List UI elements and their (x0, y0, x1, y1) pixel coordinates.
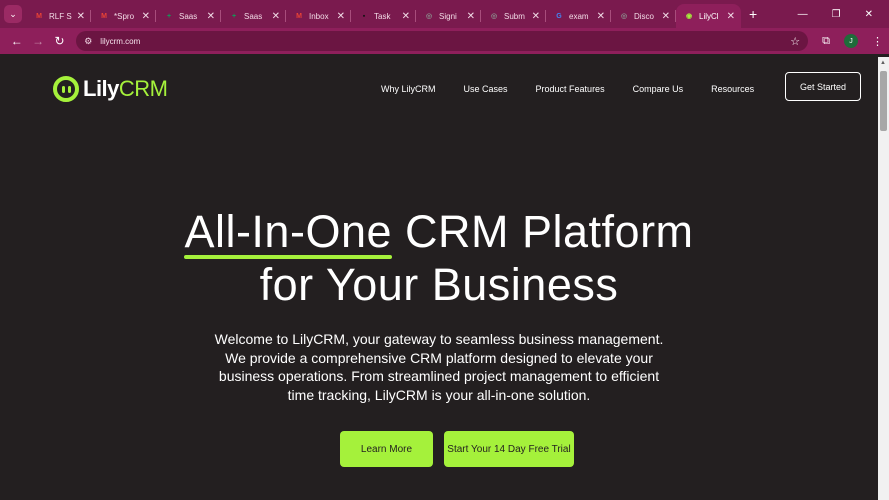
nav-resources[interactable]: Resources (711, 84, 754, 94)
hero-description-line: time tracking, LilyCRM is your all-in-on… (287, 386, 591, 403)
logo-lily: Lily (83, 76, 119, 101)
tab-title: Subm (504, 11, 525, 21)
tab-favicon-icon: M (296, 12, 302, 20)
tab-close-icon[interactable]: ✕ (337, 11, 345, 22)
tab-close-icon[interactable]: ✕ (467, 11, 475, 22)
nav-why-lilycrm[interactable]: Why LilyCRM (381, 84, 436, 94)
tab-title: Saas (244, 11, 263, 21)
tab-favicon-icon: ◎ (490, 13, 498, 20)
back-icon[interactable]: ← (6, 30, 27, 52)
hero-title-line1-rest: CRM Platform (392, 206, 694, 257)
hero-description-line: We provide a comprehensive CRM platform … (225, 349, 653, 366)
tab-search-icon[interactable]: ⌄ (4, 5, 22, 23)
tab-close-icon[interactable]: ✕ (597, 11, 605, 22)
main-nav: Why LilyCRM Use Cases Product Features C… (381, 84, 754, 94)
tab-title: Inbox (309, 11, 329, 21)
tab-favicon-icon: + (166, 12, 172, 20)
new-tab-icon[interactable]: + (749, 6, 757, 22)
browser-toolbar: ← → ↻ ⚙ lilycrm.com ☆ ⧉ J ⋮ (0, 28, 889, 54)
tab-title: Task (374, 11, 391, 21)
minimize-icon[interactable]: — (798, 9, 808, 20)
hero-description-line: business operations. From streamlined pr… (218, 368, 660, 384)
tab-close-icon[interactable]: ✕ (142, 11, 150, 22)
web-page: LilyCRM Why LilyCRM Use Cases Product Fe… (0, 57, 878, 500)
tab-favicon-icon: + (231, 12, 237, 20)
nav-compare-us[interactable]: Compare Us (633, 84, 684, 94)
forward-icon[interactable]: → (27, 30, 48, 52)
tab-close-icon[interactable]: ✕ (402, 11, 410, 22)
nav-use-cases[interactable]: Use Cases (464, 84, 508, 94)
hero-description-line: Welcome to LilyCRM, your gateway to seam… (214, 331, 664, 347)
scroll-thumb[interactable] (880, 71, 887, 131)
close-window-icon[interactable]: ✕ (865, 9, 873, 20)
browser-tab[interactable]: M *Spro ✕ (91, 4, 156, 28)
extensions-icon[interactable]: ⧉ (822, 35, 830, 48)
tab-title: exam (569, 11, 589, 21)
browser-tab[interactable]: ◎ Subm ✕ (481, 4, 546, 28)
browser-tab[interactable]: ▪ Task ✕ (351, 4, 416, 28)
lilycrm-logo[interactable]: LilyCRM (53, 76, 168, 102)
menu-kebab-icon[interactable]: ⋮ (872, 35, 883, 48)
scroll-up-icon[interactable]: ▲ (880, 60, 886, 66)
site-info-icon[interactable]: ⚙ (84, 36, 92, 47)
hero-description: Welcome to LilyCRM, your gateway to seam… (180, 330, 698, 404)
browser-tab[interactable]: + Saas ✕ (221, 4, 286, 28)
learn-more-button[interactable]: Learn More (340, 431, 433, 467)
tab-favicon-icon: M (36, 12, 42, 20)
browser-tab[interactable]: M RLF S ✕ (26, 4, 91, 28)
logo-mark-icon (53, 76, 79, 102)
browser-tab[interactable]: + Saas ✕ (156, 4, 221, 28)
bookmark-star-icon[interactable]: ☆ (790, 35, 800, 48)
tab-close-icon[interactable]: ✕ (532, 11, 540, 22)
tab-close-icon[interactable]: ✕ (77, 11, 85, 22)
tab-title: Saas (179, 11, 198, 21)
browser-tab[interactable]: ◉ LilyCl ✕ (676, 4, 741, 28)
logo-text: LilyCRM (83, 76, 168, 102)
tab-title: Disco (634, 11, 655, 21)
tab-favicon-icon: ▪ (362, 12, 366, 20)
tab-favicon-icon: ◉ (685, 13, 693, 20)
tab-favicon-icon: G (556, 12, 562, 20)
tab-favicon-icon: ◎ (425, 13, 433, 20)
tab-title: *Spro (114, 11, 135, 21)
hero-title: All-In-One CRM Platform for Your Busines… (0, 205, 878, 311)
profile-avatar[interactable]: J (844, 34, 859, 48)
get-started-button[interactable]: Get Started (785, 72, 861, 101)
nav-product-features[interactable]: Product Features (536, 84, 605, 94)
window-controls: — ❐ ✕ (798, 9, 889, 20)
tab-close-icon[interactable]: ✕ (662, 11, 670, 22)
browser-tab-strip: ⌄ M RLF S ✕ M *Spro ✕ + Saas ✕ + Saas ✕ M Inbox ✕ ▪ Task… (0, 0, 889, 28)
browser-tab[interactable]: M Inbox ✕ (286, 4, 351, 28)
hero-title-highlight: All-In-One (184, 206, 393, 259)
restore-icon[interactable]: ❐ (832, 9, 841, 20)
tab-list: M RLF S ✕ M *Spro ✕ + Saas ✕ + Saas ✕ M Inbox ✕ ▪ Task ✕ ◎… (26, 0, 741, 28)
browser-tab[interactable]: ◎ Signi ✕ (416, 4, 481, 28)
tab-favicon-icon: M (101, 12, 107, 20)
tab-close-icon[interactable]: ✕ (207, 11, 215, 22)
url-text: lilycrm.com (100, 36, 141, 46)
tab-title: Signi (439, 11, 457, 21)
address-bar[interactable]: ⚙ lilycrm.com ☆ (76, 31, 809, 51)
tab-close-icon[interactable]: ✕ (727, 11, 735, 22)
tab-close-icon[interactable]: ✕ (272, 11, 280, 22)
browser-tab[interactable]: Gexam ✕ (546, 4, 611, 28)
browser-tab[interactable]: ◎ Disco ✕ (611, 4, 676, 28)
logo-crm: CRM (118, 76, 168, 101)
reload-icon[interactable]: ↻ (49, 30, 70, 52)
free-trial-button[interactable]: Start Your 14 Day Free Trial (444, 431, 574, 467)
tab-title: LilyCl (699, 11, 719, 21)
tab-title: RLF S (49, 11, 72, 21)
hero-title-line2: for Your Business (259, 259, 619, 310)
tab-favicon-icon: ◎ (620, 13, 628, 20)
page-scrollbar[interactable]: ▲ (878, 57, 889, 500)
